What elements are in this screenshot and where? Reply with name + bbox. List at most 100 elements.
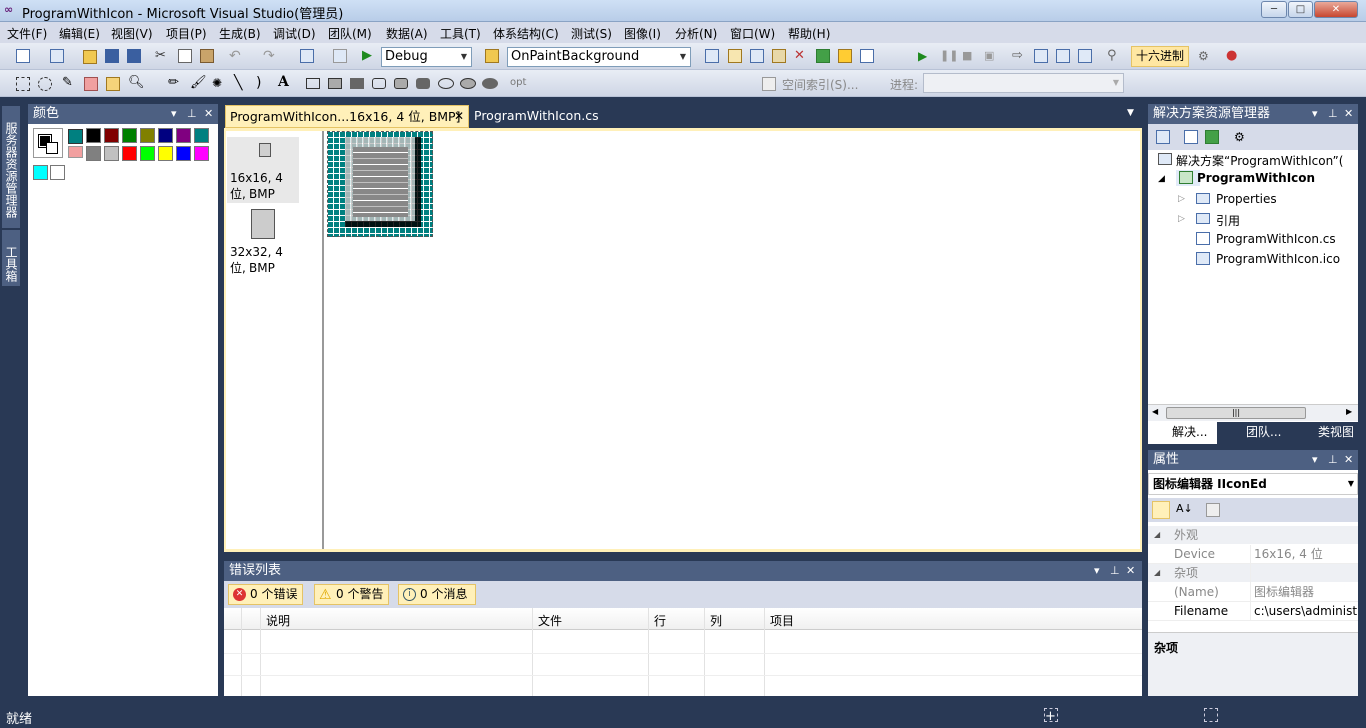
pin-icon[interactable]: ⊥	[1328, 450, 1338, 470]
spatial-index-button[interactable]: 空间索引(S)...	[782, 76, 858, 93]
property-row[interactable]: (Name) 图标编辑器	[1148, 583, 1358, 602]
column-description[interactable]: 说明	[266, 612, 290, 629]
eraser-icon[interactable]	[84, 77, 98, 91]
menu-debug[interactable]: 调试(D)	[273, 25, 316, 42]
object-select[interactable]: 图标编辑器 IIconEd ▼	[1148, 473, 1358, 495]
menu-project[interactable]: 项目(P)	[166, 25, 207, 42]
find-in-files-icon[interactable]	[485, 49, 499, 63]
color-swatch-yellow[interactable]	[158, 146, 173, 161]
menu-build[interactable]: 生成(B)	[219, 25, 261, 42]
close-icon[interactable]: ✕	[204, 104, 213, 124]
dropdown-icon[interactable]: ▾	[1094, 561, 1100, 581]
object-browser-icon[interactable]	[750, 49, 764, 63]
eyedropper-icon[interactable]: ✎	[62, 76, 76, 90]
menu-edit[interactable]: 编辑(E)	[59, 25, 100, 42]
messages-filter-button[interactable]: i 0 个消息	[398, 584, 476, 605]
rect-select-icon[interactable]	[16, 77, 30, 91]
tab-solution[interactable]: 解决...	[1148, 422, 1217, 444]
restart-icon[interactable]: ▣	[984, 49, 998, 63]
scroll-left-icon[interactable]: ◀	[1152, 407, 1158, 416]
menu-tools[interactable]: 工具(T)	[440, 25, 481, 42]
save-icon[interactable]	[105, 49, 119, 63]
outlined-round-rectangle-icon[interactable]	[394, 78, 408, 89]
solution-explorer-icon[interactable]	[705, 49, 719, 63]
menu-window[interactable]: 窗口(W)	[730, 25, 775, 42]
alphabetical-icon[interactable]: A↓	[1176, 502, 1193, 516]
pencil-icon[interactable]: ✏	[168, 76, 182, 90]
tree-item-ico-file[interactable]: ProgramWithIcon.ico	[1196, 252, 1340, 266]
tab-class-view[interactable]: 类视图	[1294, 422, 1358, 444]
scrollbar-thumb[interactable]: |||	[1166, 407, 1306, 419]
start-debug-icon[interactable]: ▶	[362, 49, 376, 63]
redo-icon[interactable]: ↷	[263, 48, 277, 64]
outlined-ellipse-icon[interactable]	[460, 78, 476, 89]
run-icon[interactable]: ▶	[918, 49, 932, 63]
menu-analyze[interactable]: 分析(N)	[675, 25, 717, 42]
collapse-icon[interactable]: ◢	[1154, 526, 1160, 544]
copy-icon[interactable]	[178, 49, 192, 63]
open-icon[interactable]	[83, 50, 97, 64]
tab-code-file[interactable]: ProgramWithIcon.cs	[474, 106, 599, 128]
pause-icon[interactable]: ❚❚	[940, 49, 958, 63]
pin-icon[interactable]: ⊥	[1110, 561, 1120, 581]
menu-file[interactable]: 文件(F)	[7, 25, 47, 42]
horizontal-scrollbar[interactable]: ◀ ||| ▶	[1148, 404, 1358, 421]
scroll-right-icon[interactable]: ▶	[1346, 407, 1352, 416]
properties-window-icon[interactable]	[728, 49, 742, 63]
tree-item-cs-file[interactable]: ProgramWithIcon.cs	[1196, 232, 1336, 246]
rectangle-icon[interactable]	[306, 78, 320, 89]
show-all-files-icon[interactable]	[1184, 130, 1198, 144]
undo-icon[interactable]: ↶	[229, 48, 243, 64]
minimize-button[interactable]: ─	[1261, 1, 1287, 18]
tab-list-dropdown-icon[interactable]: ▼	[1127, 108, 1134, 118]
color-swatch-maroon[interactable]	[104, 128, 119, 143]
pin-icon[interactable]: ⊥	[1328, 104, 1338, 124]
menu-team[interactable]: 团队(M)	[328, 25, 372, 42]
dropdown-icon[interactable]: ▾	[1312, 104, 1318, 124]
color-swatch-blue[interactable]	[176, 146, 191, 161]
pin-icon[interactable]: ⊥	[187, 104, 197, 124]
icon-canvas[interactable]	[327, 131, 433, 237]
color-swatch-white[interactable]	[50, 165, 65, 180]
start-page-icon[interactable]	[816, 49, 830, 63]
step-over-icon[interactable]	[1056, 49, 1070, 63]
filled-ellipse-icon[interactable]	[482, 78, 498, 89]
refresh-icon[interactable]	[1205, 130, 1219, 144]
column-line[interactable]: 行	[654, 612, 666, 629]
property-pages-icon[interactable]	[1206, 503, 1220, 517]
breakpoints-icon[interactable]: ●	[1226, 49, 1240, 63]
new-project-icon[interactable]	[16, 49, 30, 63]
close-tab-icon[interactable]: ✕	[454, 106, 464, 127]
color-swatch-green[interactable]	[122, 128, 137, 143]
maximize-button[interactable]: □	[1288, 1, 1313, 18]
paste-icon[interactable]	[200, 49, 214, 63]
tab-team[interactable]: 团队...	[1224, 422, 1290, 444]
tab-icon-editor[interactable]: ProgramWithIcon...16x16, 4 位, BMP] ✕	[225, 105, 469, 128]
close-button[interactable]: ✕	[1314, 1, 1358, 18]
ellipse-icon[interactable]	[438, 78, 454, 89]
collapse-icon[interactable]: ◢	[1154, 564, 1160, 582]
color-swatch-black[interactable]	[86, 128, 101, 143]
screen-color-icon[interactable]	[68, 129, 83, 144]
outlined-rectangle-icon[interactable]	[328, 78, 342, 89]
spatial-index-icon[interactable]	[762, 77, 776, 91]
inverse-color-icon[interactable]	[68, 146, 83, 158]
color-swatch-magenta[interactable]	[194, 146, 209, 161]
filled-round-rectangle-icon[interactable]	[416, 78, 430, 89]
color-swatch-gray[interactable]	[86, 146, 101, 161]
side-tab-toolbox[interactable]: 工具箱	[2, 230, 20, 286]
menu-image[interactable]: 图像(I)	[624, 25, 661, 42]
find-target-select[interactable]: OnPaintBackground ▼	[507, 47, 691, 67]
find-icon[interactable]: ⚲	[1107, 49, 1121, 63]
properties-icon[interactable]	[1156, 130, 1170, 144]
class-diagram-icon[interactable]: ⚙	[1234, 130, 1248, 144]
categorized-icon[interactable]	[1152, 501, 1170, 519]
line-icon[interactable]: ╲	[234, 76, 248, 90]
tree-item-properties[interactable]: Properties	[1196, 192, 1277, 206]
step-into-icon[interactable]	[1034, 49, 1048, 63]
hex-toggle-button[interactable]: 十六进制	[1131, 46, 1189, 67]
close-icon[interactable]: ✕	[1126, 561, 1135, 581]
close-icon[interactable]: ✕	[1344, 104, 1353, 124]
warnings-filter-button[interactable]: ⚠ 0 个警告	[314, 584, 389, 605]
errors-filter-button[interactable]: ✕ 0 个错误	[228, 584, 303, 605]
